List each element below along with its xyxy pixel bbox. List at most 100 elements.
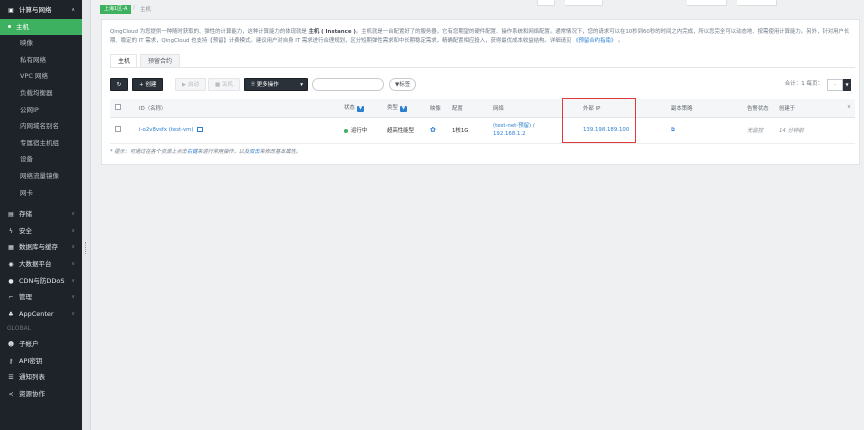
management-icon: ⌐ (8, 294, 14, 302)
header-menu-stub[interactable] (565, 0, 603, 6)
sidebar-section-appcenter[interactable]: ♣ AppCenter ∨ (0, 306, 82, 323)
usage-tip: * 提示：可通过在各个资源上点击右键来进行常用操作，以及双击来修改基本属性。 (110, 149, 302, 155)
chevron-up-icon: ∧ (71, 7, 75, 13)
console-monitor-icon[interactable] (196, 127, 203, 132)
filter-icon[interactable]: ▼ (356, 106, 365, 113)
column-header-replica-policy: 副本策略 (666, 99, 742, 118)
resource-share-icon: ≺ (8, 391, 14, 399)
pagination: 合计：1 每页： - ▼ (785, 78, 851, 92)
page-size-select[interactable]: - (827, 78, 843, 91)
table-row[interactable]: i-o2v8vsfx (test-vm) 运行中 超高性能型 ✿ 1核1G (t… (110, 117, 855, 144)
storage-icon: ▤ (8, 211, 14, 219)
sidebar-item-notification-lists[interactable]: ☰ 通知列表 (0, 369, 82, 386)
sidebar-item-vxnets[interactable]: 私有网络 (0, 52, 82, 69)
create-button[interactable]: + 创建 (132, 78, 164, 91)
notification-list-icon: ☰ (8, 374, 14, 382)
sidebar-item-dedicated-hosts[interactable]: 专属宿主机组 (0, 135, 82, 152)
instance-id-link[interactable]: i-o2v8vsfx (test-vm) (139, 127, 194, 133)
breadcrumb-separator: / (133, 5, 135, 11)
chevron-down-icon[interactable]: ∨ (847, 104, 851, 110)
refresh-button[interactable]: ↻ (110, 78, 128, 91)
row-checkbox[interactable] (115, 126, 121, 132)
column-header-created[interactable]: 创建于 ∨ (774, 99, 855, 118)
tip-double-click-link[interactable]: 双击 (249, 149, 259, 155)
sidebar-item-instances[interactable]: 主机 (0, 18, 82, 36)
compute-icon: ▣ (8, 7, 14, 14)
column-header-status[interactable]: 状态 ▼ (339, 99, 382, 118)
sidebar-item-dns-alias[interactable]: 内网域名别名 (0, 118, 82, 135)
top-bar (91, 0, 864, 17)
status-cell: 运行中 (339, 117, 382, 144)
config-cell: 1核1G (447, 117, 488, 144)
sidebar-item-resource-share[interactable]: ≺ 资源协作 (0, 386, 82, 403)
created-cell: 14 分钟前 (774, 117, 855, 144)
appcenter-icon: ♣ (8, 310, 14, 318)
tip-right-click-link[interactable]: 右键 (187, 149, 197, 155)
caret-down-icon[interactable]: ▼ (843, 78, 851, 91)
breadcrumb-zone[interactable]: 上海1区-A (100, 5, 132, 14)
refresh-icon: ↻ (116, 82, 122, 88)
stop-button[interactable]: ■ 关机 (208, 78, 240, 91)
image-gear-icon[interactable]: ✿ (430, 126, 436, 134)
security-icon: ϟ (9, 227, 13, 235)
sidebar-splitter[interactable] (82, 0, 91, 430)
sidebar-section-management[interactable]: ⌐ 管理 ∨ (0, 289, 82, 306)
page-description: QingCloud 为您提供一种随时获取的、弹性的计算能力，这种计算能力的体现就… (110, 29, 850, 44)
grid-icon: ⠿ (251, 82, 256, 88)
bigdata-icon: ◉ (8, 260, 14, 268)
search-input[interactable] (312, 78, 384, 91)
sidebar-section-security[interactable]: ϟ 安全 ∨ (0, 223, 82, 240)
column-header-id[interactable]: ID（名称） (134, 99, 339, 118)
replica-policy-cell: ⧉ (666, 117, 742, 144)
column-header-type[interactable]: 类型 ▼ (382, 99, 425, 118)
sidebar-section-compute-network[interactable]: ▣ 计算与网络 ∧ (0, 2, 82, 19)
replica-policy-icon[interactable]: ⧉ (671, 127, 675, 133)
sidebar-section-database[interactable]: ▦ 数据库与缓存 ∨ (0, 239, 82, 256)
tag-filter-button[interactable]: ▼标签 (389, 78, 417, 91)
sidebar-item-eips[interactable]: 公网IP (0, 102, 82, 119)
splitter-grip-icon[interactable] (85, 242, 87, 254)
sidebar-item-devices[interactable]: 设备 (0, 151, 82, 168)
header-menu-stub[interactable] (537, 0, 555, 6)
image-cell: ✿ (425, 117, 447, 144)
sidebar-item-load-balancers[interactable]: 负载均衡器 (0, 85, 82, 102)
external-ip-highlight (562, 98, 636, 143)
sidebar-item-vpc[interactable]: VPC 网络 (0, 68, 82, 85)
more-actions-dropdown[interactable]: ⠿ 更多操作 ▾ (244, 78, 308, 91)
sidebar-item-api-keys[interactable]: ⚷ API密钥 (0, 353, 82, 370)
sub-account-icon: ☻ (7, 341, 15, 349)
instances-table: ID（名称） 状态 ▼ 类型 ▼ 映像 配置 网络 外部 IP 副本策略 告警状态 … (110, 99, 855, 144)
sidebar-section-bigdata[interactable]: ◉ 大数据平台 ∨ (0, 256, 82, 273)
sidebar-item-traffic-mirror[interactable]: 网络流量镜像 (0, 168, 82, 185)
chevron-down-icon: ∨ (71, 310, 75, 317)
sidebar-item-nics[interactable]: 网卡 (0, 185, 82, 202)
tab-reserved-contracts[interactable]: 预留合约 (140, 54, 181, 68)
header-menu-stub[interactable] (687, 0, 727, 6)
cdn-icon: ● (8, 277, 14, 285)
sidebar-section-cdn[interactable]: ● CDN与防DDoS ∨ (0, 273, 82, 290)
caret-down-icon: ▾ (300, 82, 303, 88)
network-link[interactable]: (test-net-预留) / (493, 123, 535, 129)
tab-instances[interactable]: 主机 (110, 54, 137, 68)
instances-panel: QingCloud 为您提供一种随时获取的、弹性的计算能力，这种计算能力的体现就… (101, 19, 860, 165)
start-button[interactable]: ▶ 启动 (175, 78, 206, 91)
reservation-guide-link[interactable]: 《预留合约指南》 (573, 38, 616, 44)
column-header-config: 配置 (447, 99, 488, 118)
api-key-icon: ⚷ (8, 357, 14, 365)
chevron-down-icon: ∨ (71, 211, 75, 218)
sidebar-section-storage[interactable]: ▤ 存储 ∨ (0, 206, 82, 223)
select-all-checkbox[interactable] (115, 103, 121, 110)
status-running-dot (344, 128, 348, 133)
type-cell: 超高性能型 (382, 117, 425, 144)
instance-term: 主机 ( Instance ) (308, 29, 356, 35)
sidebar-item-sub-accounts[interactable]: ☻ 子帐户 (0, 336, 82, 353)
sidebar-item-images[interactable]: 映像 (0, 35, 82, 52)
filter-icon[interactable]: ▼ (399, 106, 408, 113)
column-header-image: 映像 (425, 99, 447, 118)
header-menu-stub[interactable] (737, 0, 777, 6)
bullet-icon (8, 25, 11, 29)
chevron-down-icon: ∨ (71, 227, 75, 234)
instance-id-cell: i-o2v8vsfx (test-vm) (134, 117, 339, 144)
column-header-alarm-status: 告警状态 (742, 99, 774, 118)
chevron-down-icon: ∨ (71, 260, 75, 267)
